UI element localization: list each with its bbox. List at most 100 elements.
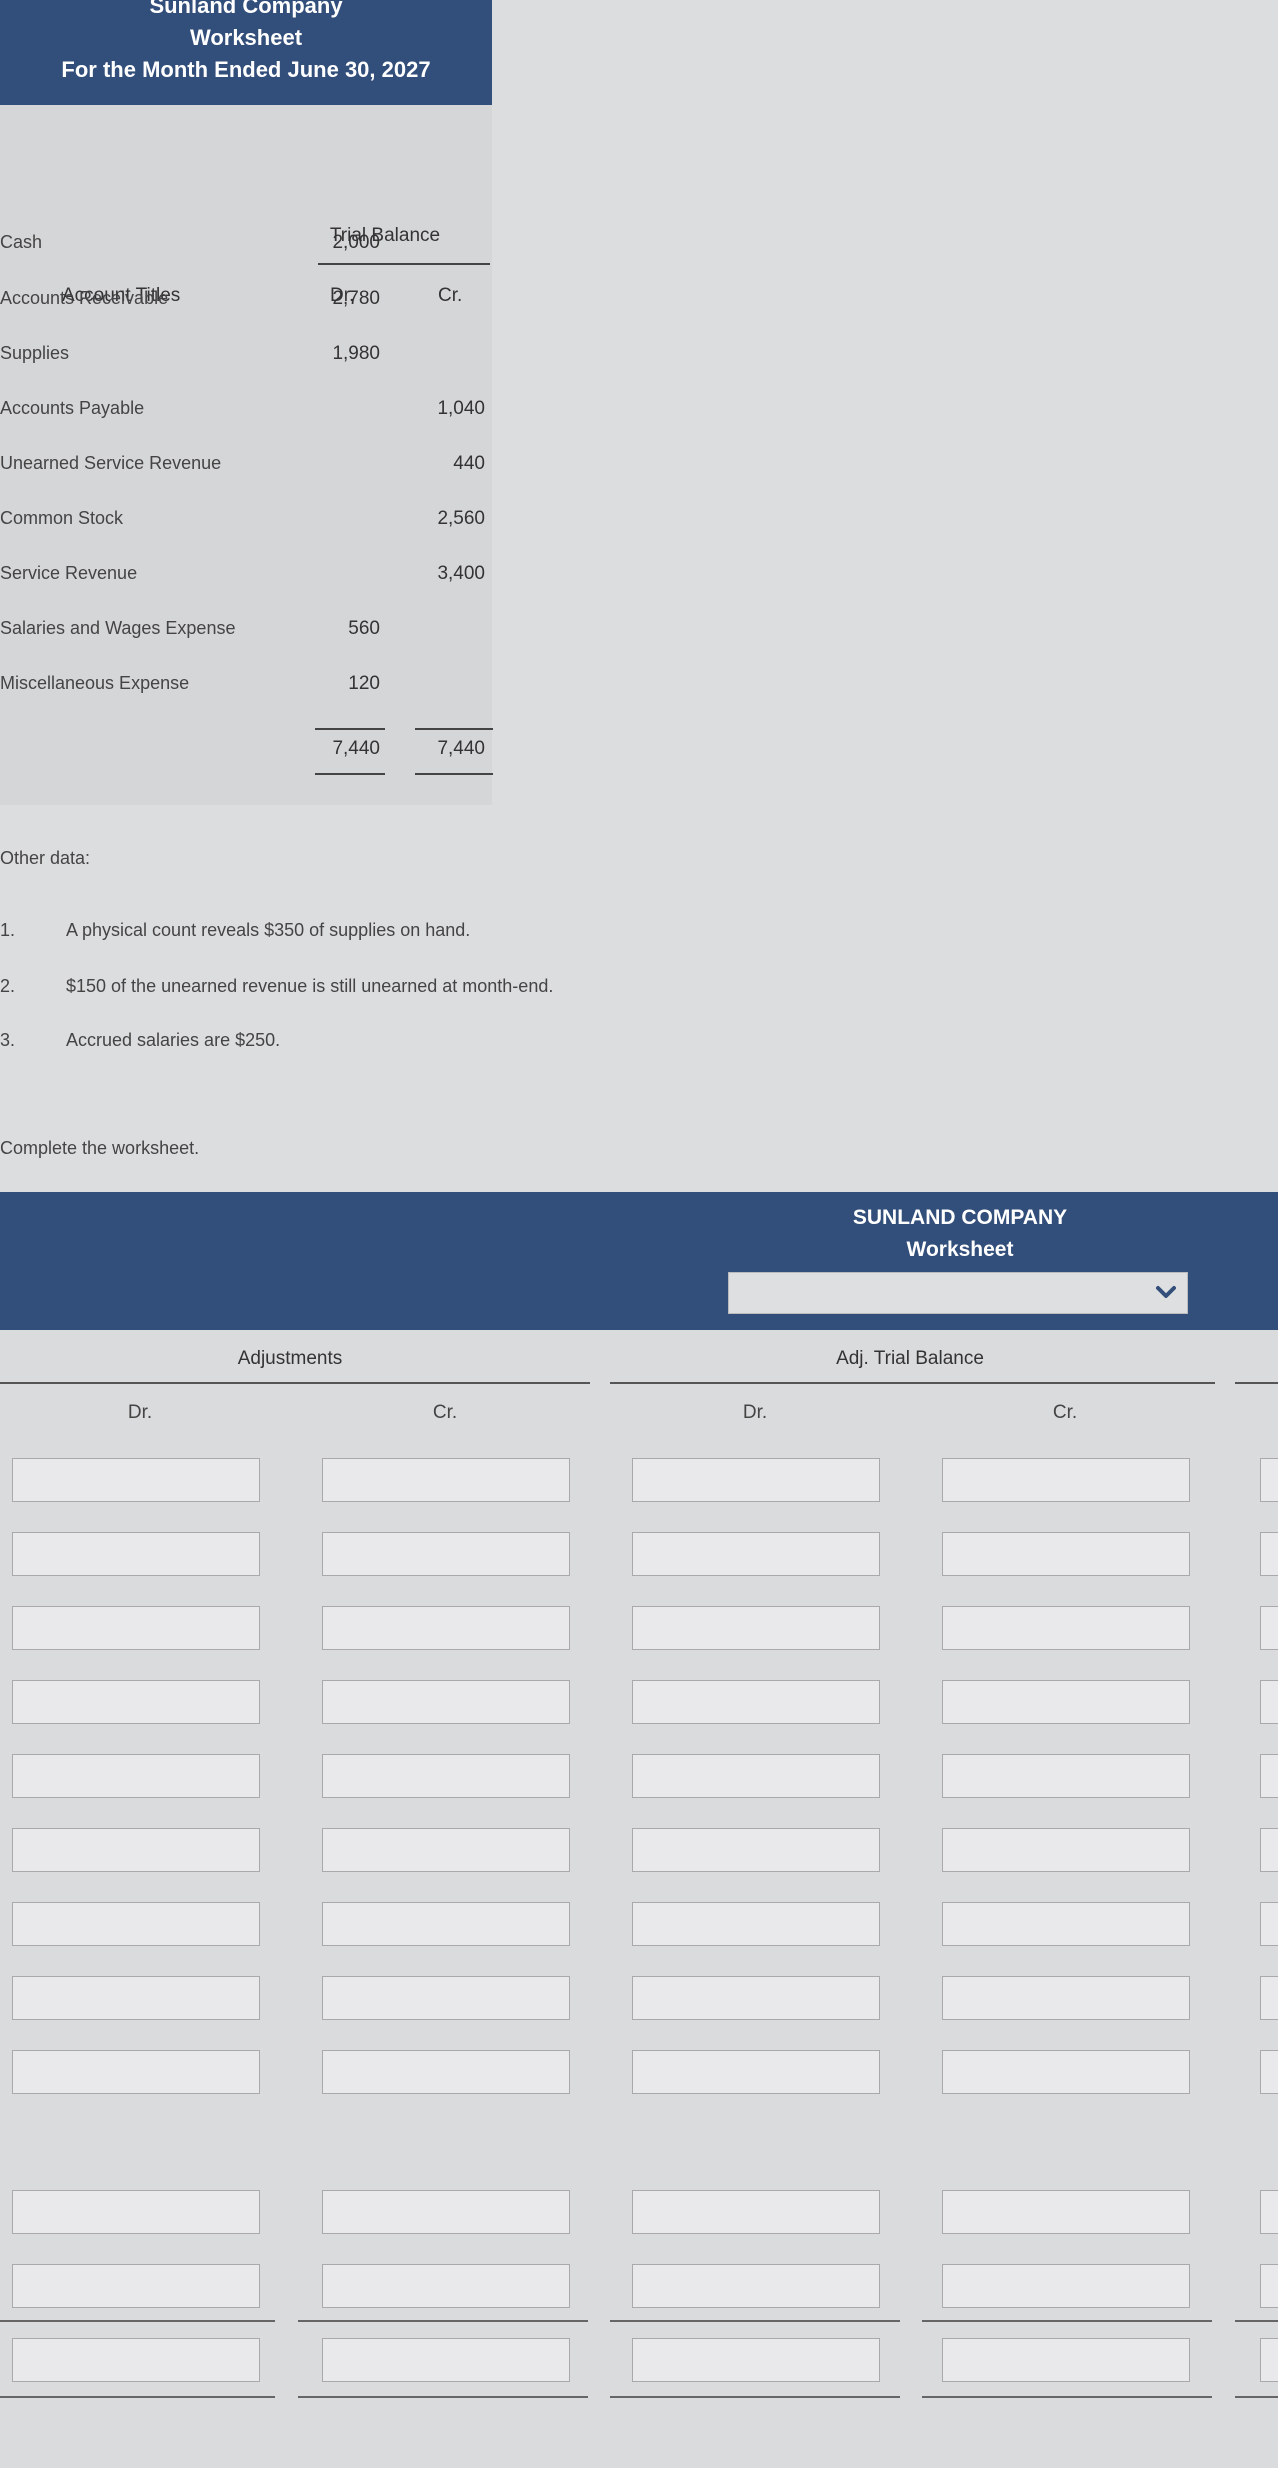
adjustments-cr-input[interactable] <box>322 1606 570 1650</box>
item-text: A physical count reveals $350 of supplie… <box>66 920 471 940</box>
adj-tb-dr-input[interactable] <box>632 1828 880 1872</box>
next-column-input[interactable] <box>1260 1754 1278 1798</box>
adj-tb-cr-input[interactable] <box>942 1606 1190 1650</box>
account-title: Service Revenue <box>0 563 138 583</box>
credit-amount: 1,040 <box>437 398 485 419</box>
other-data-label: Other data: <box>0 848 91 868</box>
worksheet-title: Worksheet <box>906 1238 1014 1261</box>
next-column-input[interactable] <box>1260 1976 1278 2020</box>
adjustments-dr-header: Dr. <box>127 1402 153 1423</box>
credit-amount: 440 <box>453 453 485 474</box>
adj-tb-cr-input[interactable] <box>942 2050 1190 2094</box>
adj-tb-dr-input[interactable] <box>632 1976 880 2020</box>
account-title: Miscellaneous Expense <box>0 673 190 693</box>
adj-tb-cr-input[interactable] <box>942 2190 1190 2234</box>
adj-tb-cr-input[interactable] <box>942 1754 1190 1798</box>
next-column-input[interactable] <box>1260 1458 1278 1502</box>
adjustments-cr-input[interactable] <box>322 2050 570 2094</box>
adjustments-cr-input[interactable] <box>322 1902 570 1946</box>
credit-amount: 2,560 <box>437 508 485 529</box>
adjustments-cr-input[interactable] <box>322 1976 570 2020</box>
trial-balance-row: Unearned Service Revenue 440 <box>0 453 492 493</box>
adjustments-dr-input[interactable] <box>12 1606 260 1650</box>
adjustments-cr-input[interactable] <box>322 2190 570 2234</box>
double-total-rule <box>0 2396 275 2398</box>
adjustments-dr-input[interactable] <box>12 1754 260 1798</box>
adjustments-cr-input[interactable] <box>322 1754 570 1798</box>
page: Sunland Company Worksheet For the Month … <box>0 0 1278 2468</box>
adjustments-heading: Adjustments <box>237 1348 343 1369</box>
adj-tb-cr-input[interactable] <box>942 2338 1190 2382</box>
adj-tb-cr-input[interactable] <box>942 1532 1190 1576</box>
adjustments-dr-input[interactable] <box>12 1458 260 1502</box>
adj-tb-cr-input[interactable] <box>942 1458 1190 1502</box>
next-column-input[interactable] <box>1260 1532 1278 1576</box>
adjustments-dr-input[interactable] <box>12 2338 260 2382</box>
adj-tb-dr-input[interactable] <box>632 1754 880 1798</box>
worksheet-banner: SUNLAND COMPANY Worksheet <box>0 1192 1278 1330</box>
adj-tb-dr-input[interactable] <box>632 1458 880 1502</box>
cr-double-rule <box>415 773 493 775</box>
adjustments-dr-input[interactable] <box>12 1828 260 1872</box>
adjustments-cr-input[interactable] <box>322 1828 570 1872</box>
problem-header: Sunland Company Worksheet For the Month … <box>0 0 492 105</box>
next-column-input[interactable] <box>1260 2050 1278 2094</box>
trial-balance-row: Common Stock 2,560 <box>0 508 492 548</box>
double-total-rule <box>298 2396 588 2398</box>
next-column-input[interactable] <box>1260 2264 1278 2308</box>
adjustments-cr-input[interactable] <box>322 1680 570 1724</box>
adj-tb-dr-input[interactable] <box>632 2338 880 2382</box>
adj-tb-cr-input[interactable] <box>942 1828 1190 1872</box>
account-title: Supplies <box>0 343 70 363</box>
dr-total-rule <box>315 728 385 730</box>
item-number: 3. <box>0 1030 16 1050</box>
total-rule <box>0 2320 275 2322</box>
trial-balance-row: Salaries and Wages Expense 560 <box>0 618 492 658</box>
adj-tb-dr-input[interactable] <box>632 1606 880 1650</box>
double-total-rule <box>922 2396 1212 2398</box>
item-number: 1. <box>0 920 16 940</box>
adj-tb-dr-input[interactable] <box>632 1902 880 1946</box>
adj-tb-cr-input[interactable] <box>942 1902 1190 1946</box>
adjustments-dr-input[interactable] <box>12 2050 260 2094</box>
account-title: Accounts Payable <box>0 398 145 418</box>
trial-balance-row: Miscellaneous Expense 120 <box>0 673 492 713</box>
next-column-input[interactable] <box>1260 1606 1278 1650</box>
next-column-input[interactable] <box>1260 1828 1278 1872</box>
item-number: 2. <box>0 976 16 996</box>
adj-tb-dr-input[interactable] <box>632 2264 880 2308</box>
account-title: Salaries and Wages Expense <box>0 618 236 638</box>
adjustments-dr-input[interactable] <box>12 1680 260 1724</box>
statement-period: For the Month Ended June 30, 2027 <box>61 57 431 82</box>
adjustments-dr-input[interactable] <box>12 1532 260 1576</box>
item-text: $150 of the unearned revenue is still un… <box>66 976 554 996</box>
adj-tb-dr-input[interactable] <box>632 2050 880 2094</box>
adjustments-cr-input[interactable] <box>322 2338 570 2382</box>
adjustments-cr-input[interactable] <box>322 1458 570 1502</box>
next-column-input[interactable] <box>1260 1680 1278 1724</box>
adj-tb-cr-header: Cr. <box>1052 1402 1078 1423</box>
adj-tb-cr-input[interactable] <box>942 1976 1190 2020</box>
adjustments-cr-input[interactable] <box>322 1532 570 1576</box>
adj-tb-dr-input[interactable] <box>632 2190 880 2234</box>
adjustments-top-rule <box>0 1382 590 1384</box>
adj-tb-cr-input[interactable] <box>942 1680 1190 1724</box>
adj-tb-cr-input[interactable] <box>942 2264 1190 2308</box>
adjustments-dr-input[interactable] <box>12 2264 260 2308</box>
next-column-input[interactable] <box>1260 2190 1278 2234</box>
trial-balance-row: Accounts Payable 1,040 <box>0 398 492 438</box>
next-column-input[interactable] <box>1260 1902 1278 1946</box>
account-title: Accounts Receivable <box>0 288 169 308</box>
next-column-input[interactable] <box>1260 2338 1278 2382</box>
period-select[interactable] <box>728 1272 1188 1314</box>
adj-tb-dr-input[interactable] <box>632 1680 880 1724</box>
adjustments-dr-input[interactable] <box>12 2190 260 2234</box>
adjustments-cr-input[interactable] <box>322 2264 570 2308</box>
adj-tb-dr-input[interactable] <box>632 1532 880 1576</box>
dr-double-rule <box>315 773 385 775</box>
adjustments-dr-input[interactable] <box>12 1902 260 1946</box>
debit-amount: 1,980 <box>332 343 380 364</box>
other-data-item-1: 1. A physical count reveals $350 of supp… <box>0 920 800 950</box>
adjustments-dr-input[interactable] <box>12 1976 260 2020</box>
debit-amount: 120 <box>348 673 380 694</box>
